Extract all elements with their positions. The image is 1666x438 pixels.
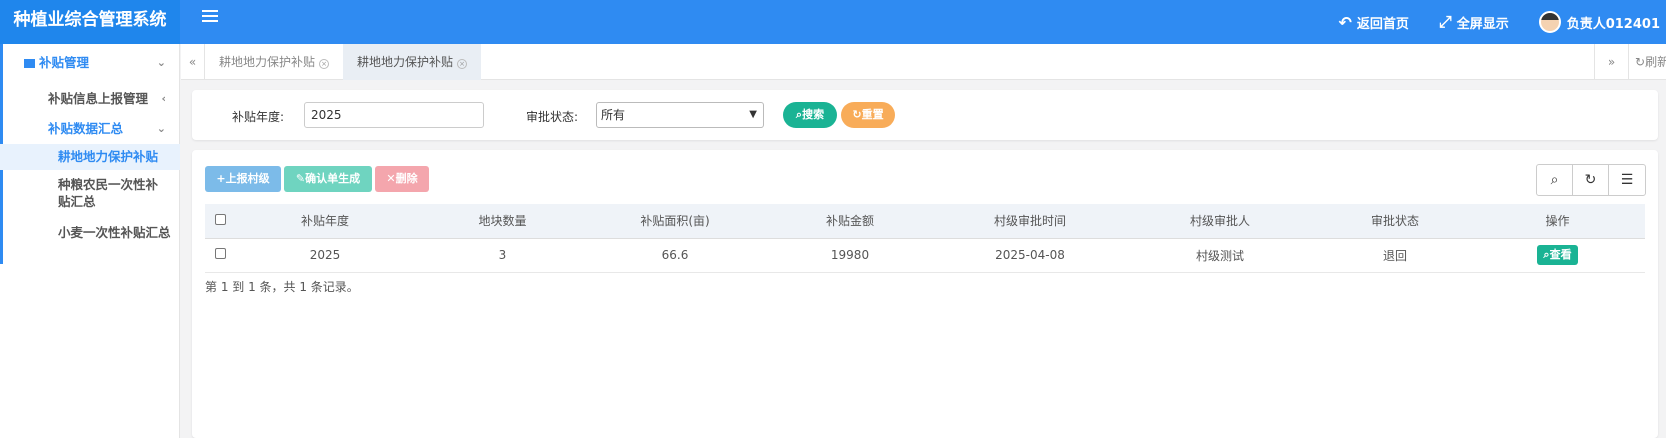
column-header: 审批状态 xyxy=(1320,204,1470,239)
sidebar-item-label: 耕地地力保护补贴 xyxy=(58,149,159,164)
sidebar-item-label: 补贴数据汇总 xyxy=(48,121,124,136)
search-button[interactable]: ⌕搜索 xyxy=(783,102,837,128)
sidebar-item-data-summary[interactable]: 补贴数据汇总 ⌄ xyxy=(0,118,180,140)
column-header: 村级审批人 xyxy=(1120,204,1320,239)
table-tools: ⌕ ↻ ☰ xyxy=(1536,164,1646,196)
search-toggle-button[interactable]: ⌕ xyxy=(1537,165,1573,195)
status-label: 审批状态: xyxy=(526,110,579,124)
column-header: 补贴面积(亩) xyxy=(590,204,760,239)
report-village-label: 上报村级 xyxy=(225,172,270,185)
back-home-label: 返回首页 xyxy=(1356,16,1409,32)
refresh-button[interactable]: ↻ xyxy=(1573,165,1609,195)
fullscreen-link[interactable]: ⤢ 全屏显示 xyxy=(1439,12,1509,32)
plus-icon: + xyxy=(216,172,226,185)
tab-farmland-2[interactable]: 耕地地力保护补贴 × xyxy=(343,44,482,80)
sidebar-item-report-management[interactable]: 补贴信息上报管理 ‹ xyxy=(0,88,180,110)
search-panel: 补贴年度: 审批状态: 所有 ▼ ⌕搜索 ↻重置 xyxy=(192,90,1658,140)
column-header: 村级审批时间 xyxy=(940,204,1120,239)
sidebar-item-label: 补贴管理 xyxy=(39,55,90,70)
edit-icon: ✎ xyxy=(295,172,306,185)
cell-approver: 村级测试 xyxy=(1120,238,1320,273)
back-home-link[interactable]: ↶ 返回首页 xyxy=(1338,13,1408,32)
delete-button[interactable]: ✕删除 xyxy=(375,166,429,192)
report-village-button[interactable]: +上报村级 xyxy=(205,166,281,192)
row-select-cell xyxy=(205,238,235,273)
sidebar-item-label: 补贴信息上报管理 xyxy=(48,91,149,106)
sidebar-item-farmland-protection[interactable]: 耕地地力保护补贴 xyxy=(0,144,180,170)
sidebar-item-grain-farmer-subsidy[interactable]: 种粮农民一次性补贴汇总 xyxy=(0,176,180,212)
table-header-row: 补贴年度 地块数量 补贴面积(亩) 补贴金额 村级审批时间 村级审批人 审批状态… xyxy=(205,204,1645,239)
column-header: 补贴金额 xyxy=(760,204,940,239)
tab-farmland-1[interactable]: 耕地地力保护补贴 × xyxy=(205,44,343,80)
user-menu[interactable]: 负责人012401 xyxy=(1538,11,1660,33)
user-name: 负责人012401 xyxy=(1566,16,1660,32)
status-select[interactable]: 所有 ▼ xyxy=(596,102,764,128)
select-all-checkbox[interactable] xyxy=(214,213,226,225)
tabs-bar: « 耕地地力保护补贴× 耕地地力保护补贴× » ↻刷新 xyxy=(181,44,1666,80)
search-button-label: 搜索 xyxy=(802,108,825,121)
close-icon: ✕ xyxy=(386,172,396,185)
sidebar-item-label: 种粮农民一次性补贴汇总 xyxy=(58,177,159,209)
main-panel: +上报村级 ✎确认单生成 ✕删除 ⌕ ↻ ☰ 补贴年度 地块数量 补贴面积(亩)… xyxy=(192,150,1658,438)
tab-label: 耕地地力保护补贴 xyxy=(219,55,316,69)
reset-button-label: 重置 xyxy=(861,108,884,121)
refresh-icon: ↻ xyxy=(852,108,862,121)
folder-icon xyxy=(24,59,35,68)
sidebar-item-subsidy-management[interactable]: 补贴管理 ⌄ xyxy=(0,52,180,74)
chevron-left-icon: ‹ xyxy=(161,92,166,105)
chevron-down-icon: ⌄ xyxy=(156,56,166,69)
status-select-value: 所有 xyxy=(601,108,626,122)
app-title: 种植业综合管理系统 xyxy=(0,0,180,44)
confirm-generate-label: 确认单生成 xyxy=(305,172,361,185)
avatar xyxy=(1538,11,1561,33)
sidebar-item-label: 小麦一次性补贴汇总 xyxy=(58,225,171,240)
view-button[interactable]: ⌕查看 xyxy=(1537,245,1578,265)
cell-area: 66.6 xyxy=(590,238,760,273)
columns-button[interactable]: ☰ xyxy=(1609,165,1645,195)
data-table: 补贴年度 地块数量 补贴面积(亩) 补贴金额 村级审批时间 村级审批人 审批状态… xyxy=(205,204,1645,273)
cell-amount: 19980 xyxy=(760,238,940,273)
cell-plots: 3 xyxy=(415,238,590,273)
fullscreen-label: 全屏显示 xyxy=(1456,16,1509,32)
refresh-tab-button[interactable]: ↻刷新 xyxy=(1628,44,1666,80)
expand-icon: ⤢ xyxy=(1438,12,1452,31)
view-button-label: 查看 xyxy=(1549,248,1572,261)
select-all-cell xyxy=(205,204,235,239)
tabs-scroll-left-button[interactable]: « xyxy=(181,44,205,80)
cell-action: ⌕查看 xyxy=(1470,238,1645,273)
header-actions: ↶ 返回首页 ⤢ 全屏显示 负责人012401 xyxy=(1338,0,1666,44)
pagination-summary: 第 1 到 1 条，共 1 条记录。 xyxy=(205,280,359,294)
refresh-icon: ↻ xyxy=(1584,172,1597,188)
table-row: 2025 3 66.6 19980 2025-04-08 村级测试 退回 ⌕查看 xyxy=(205,238,1645,273)
column-header: 地块数量 xyxy=(415,204,590,239)
cell-status: 退回 xyxy=(1320,238,1470,273)
confirm-generate-button[interactable]: ✎确认单生成 xyxy=(284,166,372,192)
year-label: 补贴年度: xyxy=(232,110,285,124)
menu-toggle-icon[interactable] xyxy=(202,10,218,26)
row-checkbox[interactable] xyxy=(214,248,226,259)
delete-label: 删除 xyxy=(395,172,418,185)
reset-button[interactable]: ↻重置 xyxy=(841,102,895,128)
sidebar-item-wheat-subsidy[interactable]: 小麦一次性补贴汇总 xyxy=(0,222,180,244)
refresh-icon: ↻ xyxy=(1635,55,1646,69)
close-icon[interactable]: × xyxy=(457,59,468,69)
refresh-label: 刷新 xyxy=(1645,55,1666,69)
chevron-down-icon: ▼ xyxy=(749,109,757,120)
reply-icon: ↶ xyxy=(1338,12,1352,32)
cell-approve-time: 2025-04-08 xyxy=(940,238,1120,273)
top-bar: 种植业综合管理系统 ↶ 返回首页 ⤢ 全屏显示 负责人012401 xyxy=(0,0,1666,44)
cell-year: 2025 xyxy=(235,238,415,273)
tab-label: 耕地地力保护补贴 xyxy=(357,55,454,69)
close-icon[interactable]: × xyxy=(319,59,330,69)
list-icon: ☰ xyxy=(1620,172,1634,188)
column-header: 操作 xyxy=(1470,204,1645,239)
search-icon: ⌕ xyxy=(1550,172,1559,188)
column-header: 补贴年度 xyxy=(235,204,415,239)
tabs-scroll-right-button[interactable]: » xyxy=(1594,44,1628,80)
chevron-down-icon: ⌄ xyxy=(156,122,166,135)
year-input[interactable] xyxy=(304,102,484,128)
